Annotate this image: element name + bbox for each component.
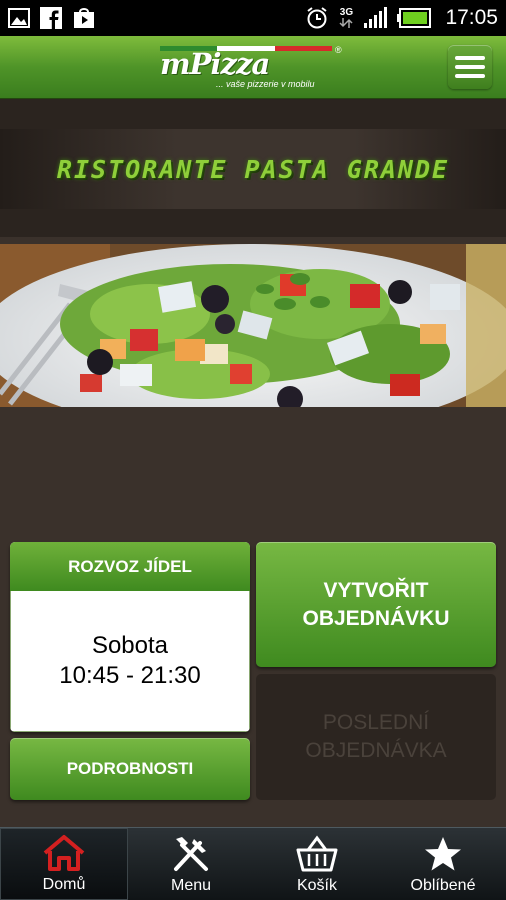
- nav-item-menu[interactable]: Menu: [128, 828, 254, 900]
- nav-label-menu: Menu: [170, 877, 212, 894]
- delivery-card: ROZVOZ JÍDEL Sobota 10:45 - 21:30: [10, 542, 250, 732]
- logo-registered-mark: ®: [335, 45, 342, 55]
- salad-photo: [0, 244, 506, 407]
- network-3g-icon: 3G: [339, 8, 353, 28]
- home-icon: [41, 833, 87, 873]
- delivery-header: ROZVOZ JÍDEL: [10, 542, 250, 591]
- facebook-icon: [40, 7, 62, 29]
- hamburger-menu-icon: [455, 56, 485, 60]
- restaurant-banner-strip: Ristorante Pasta Grande: [0, 129, 506, 209]
- logo-text: mPizza: [160, 47, 270, 81]
- status-bar-left: [8, 7, 96, 29]
- signal-icon: [363, 7, 388, 29]
- fork-knife-icon: [172, 834, 210, 874]
- nav-label-basket: Košík: [296, 877, 337, 894]
- nav-label-favorites: Oblíbené: [410, 877, 476, 894]
- alarm-icon: [305, 6, 329, 30]
- delivery-day: Sobota: [91, 632, 169, 659]
- hamburger-menu-button[interactable]: [448, 45, 492, 89]
- battery-icon: [397, 8, 432, 28]
- delivery-hours-box: Sobota 10:45 - 21:30: [10, 591, 250, 732]
- gallery-icon: [8, 8, 30, 28]
- restaurant-banner: Ristorante Pasta Grande: [0, 99, 506, 237]
- network-label: 3G: [339, 7, 354, 18]
- app-logo: mPizza ® ... vaše pizzerie v mobilu: [160, 43, 345, 91]
- logo-tagline: ... vaše pizzerie v mobilu: [216, 79, 315, 89]
- delivery-hours: 10:45 - 21:30: [59, 662, 201, 689]
- create-order-button[interactable]: VYTVOŘIT OBJEDNÁVKU: [256, 542, 496, 667]
- play-store-icon: [72, 7, 96, 29]
- nav-item-basket[interactable]: Košík: [254, 828, 380, 900]
- clock: 17:05: [445, 6, 498, 29]
- details-button[interactable]: PODROBNOSTI: [10, 738, 250, 800]
- bottom-navigation: Domů Menu Košík Oblíbené: [0, 827, 506, 900]
- nav-item-home[interactable]: Domů: [0, 828, 128, 900]
- create-order-label: VYTVOŘIT OBJEDNÁVKU: [302, 578, 450, 630]
- last-order-button[interactable]: POSLEDNÍ OBJEDNÁVKA: [256, 674, 496, 800]
- restaurant-name: Ristorante Pasta Grande: [56, 154, 450, 184]
- last-order-label: POSLEDNÍ OBJEDNÁVKA: [305, 711, 447, 762]
- star-icon: [424, 834, 462, 874]
- nav-label-home: Domů: [42, 876, 86, 893]
- app-bar: mPizza ® ... vaše pizzerie v mobilu: [0, 36, 506, 99]
- basket-icon: [296, 834, 338, 874]
- status-bar: 3G 17:05: [0, 0, 506, 36]
- nav-item-favorites[interactable]: Oblíbené: [380, 828, 506, 900]
- status-bar-right: 3G 17:05: [305, 6, 498, 30]
